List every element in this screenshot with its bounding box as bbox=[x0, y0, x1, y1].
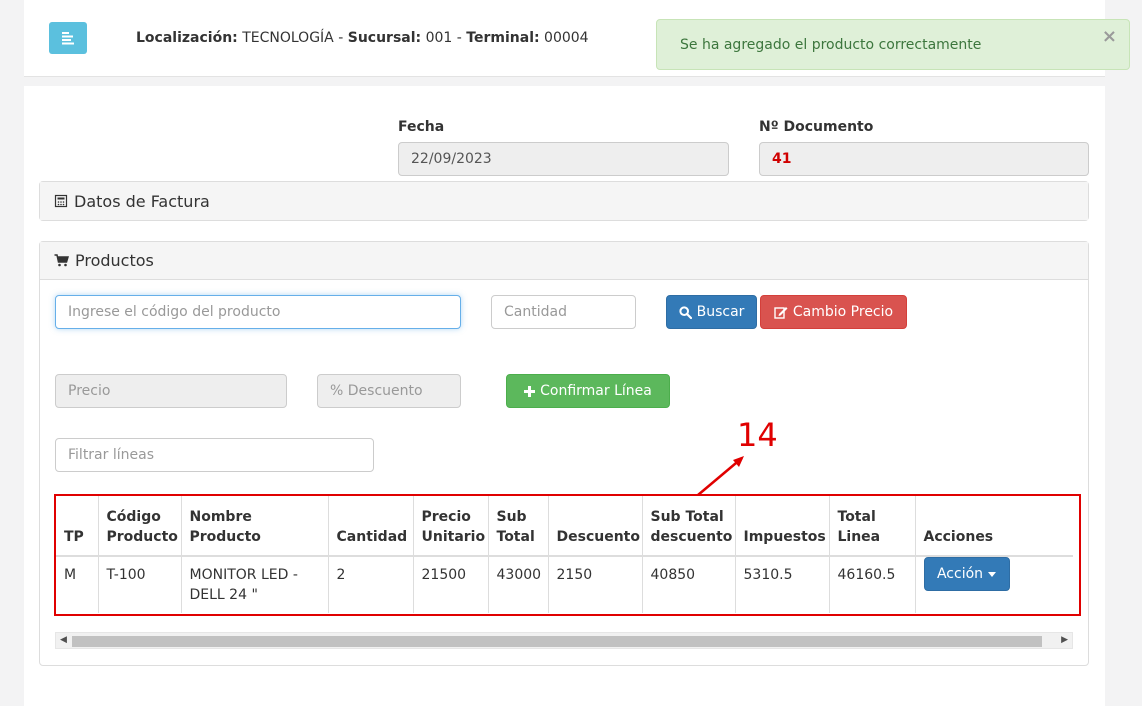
codigo-producto-input[interactable]: Ingrese el código del producto bbox=[55, 295, 461, 329]
menu-toggle-button[interactable] bbox=[49, 22, 87, 54]
buscar-button[interactable]: Buscar bbox=[666, 295, 757, 329]
sucursal-label: Sucursal: bbox=[347, 30, 422, 46]
success-alert: Se ha agregado el producto correctamente… bbox=[656, 19, 1130, 70]
annotation-highlight-box bbox=[54, 494, 1081, 616]
separator: - bbox=[338, 30, 344, 46]
sucursal-value: 001 bbox=[425, 30, 453, 46]
plus-icon bbox=[524, 385, 536, 397]
datos-factura-title: Datos de Factura bbox=[74, 191, 210, 211]
calculator-icon bbox=[54, 194, 68, 208]
scrollbar-thumb[interactable] bbox=[72, 636, 1042, 647]
separator: - bbox=[456, 30, 462, 46]
precio-input[interactable]: Precio bbox=[55, 374, 287, 408]
annotation-arrow-icon bbox=[697, 456, 744, 496]
confirmar-linea-button[interactable]: Confirmar Línea bbox=[506, 374, 670, 408]
scroll-left-icon[interactable]: ◀ bbox=[60, 635, 67, 645]
cambio-precio-label: Cambio Precio bbox=[792, 304, 894, 320]
buscar-label: Buscar bbox=[696, 304, 745, 320]
terminal-label: Terminal: bbox=[466, 30, 540, 46]
terminal-value: 00004 bbox=[544, 30, 589, 46]
scroll-right-icon[interactable]: ▶ bbox=[1061, 635, 1068, 645]
horizontal-scrollbar[interactable]: ◀ ▶ bbox=[55, 632, 1073, 649]
search-icon bbox=[678, 305, 692, 319]
menu-lines-icon bbox=[62, 32, 74, 45]
cantidad-input[interactable]: Cantidad bbox=[491, 295, 636, 329]
numero-documento-label: Nº Documento bbox=[759, 119, 874, 135]
productos-title: Productos bbox=[75, 251, 154, 270]
datos-factura-panel[interactable]: Datos de Factura bbox=[39, 181, 1089, 221]
localizacion-value: TECNOLOGÍA bbox=[242, 30, 334, 46]
fecha-label: Fecha bbox=[398, 119, 445, 135]
close-icon[interactable]: × bbox=[1102, 26, 1117, 47]
numero-documento-field: 41 bbox=[759, 142, 1089, 176]
confirmar-linea-label: Confirmar Línea bbox=[540, 383, 652, 399]
bottom-card bbox=[39, 672, 1089, 706]
location-info: Localización: TECNOLOGÍA - Sucursal: 001… bbox=[136, 30, 589, 46]
localizacion-label: Localización: bbox=[136, 30, 238, 46]
shopping-cart-icon bbox=[54, 254, 69, 267]
cambio-precio-button[interactable]: Cambio Precio bbox=[760, 295, 907, 329]
annotation-label: 14 bbox=[737, 416, 778, 454]
fecha-field: 22/09/2023 bbox=[398, 142, 729, 176]
filtrar-lineas-input[interactable]: Filtrar líneas bbox=[55, 438, 374, 472]
alert-message: Se ha agregado el producto correctamente bbox=[680, 37, 982, 53]
descuento-input[interactable]: % Descuento bbox=[317, 374, 461, 408]
edit-icon bbox=[774, 306, 788, 319]
